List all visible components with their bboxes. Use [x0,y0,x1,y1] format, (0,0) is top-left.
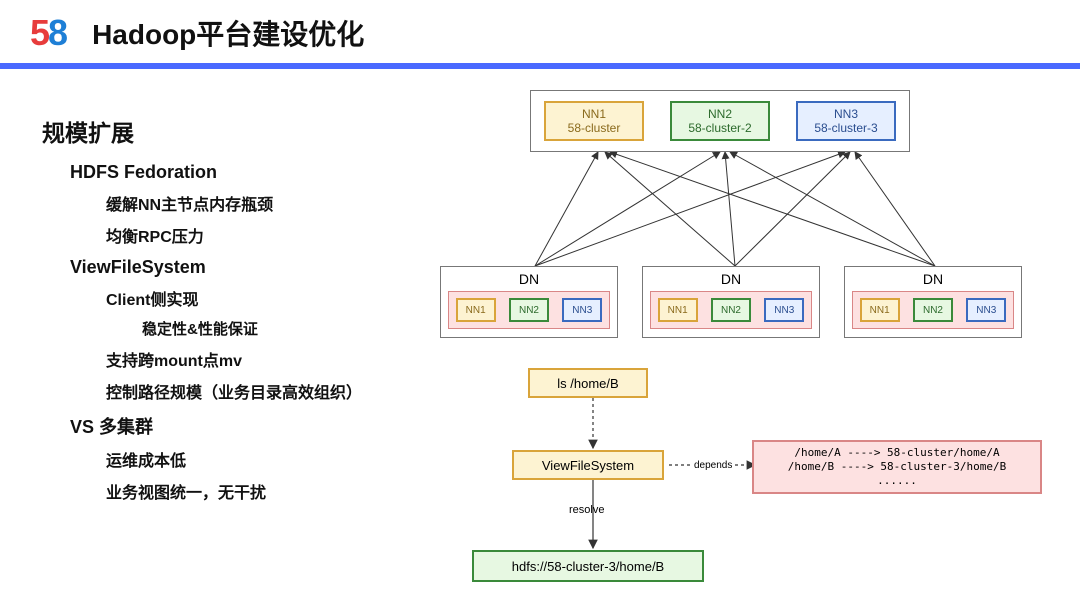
mapping-line-3: ...... [877,474,917,488]
resolve-label: resolve [569,504,604,516]
datanode-box: DN NN1 NN2 NN3 [440,266,618,338]
dn-nn-mini: NN2 [509,298,549,322]
outline-heading: 规模扩展 [42,114,430,148]
nn-cluster: 58-cluster-2 [688,121,751,135]
namenode-box: NN358-cluster-3 [796,101,896,141]
dn-nn-row: NN1 NN2 NN3 [448,291,610,329]
outline-item: ViewFileSystem [70,257,430,278]
outline-item: Client侧实现 [106,286,430,310]
nn-code: NN2 [708,107,732,121]
namenode-box: NN158-cluster [544,101,644,141]
dn-nn-mini: NN1 [860,298,900,322]
nn-code: NN1 [582,107,606,121]
datanode-box: DN NN1 NN2 NN3 [844,266,1022,338]
dn-title: DN [721,271,741,287]
dn-nn-mini: NN2 [711,298,751,322]
dn-title: DN [519,271,539,287]
mapping-line-2: /home/B ----> 58-cluster-3/home/B [788,460,1007,474]
outline-item: VS 多集群 [70,413,430,439]
depends-label: depends [692,460,734,471]
datanode-box: DN NN1 NN2 NN3 [642,266,820,338]
dn-nn-mini: NN3 [764,298,804,322]
dn-nn-mini: NN2 [913,298,953,322]
dn-title: DN [923,271,943,287]
nn-cluster: 58-cluster [568,121,621,135]
command-box: ls /home/B [528,368,648,398]
slide-header: 58 Hadoop平台建设优化 [0,0,1080,60]
outline-item: 支持跨mount点mv [106,347,430,371]
outline-item: 稳定性&性能保证 [142,318,430,339]
outline-item: 缓解NN主节点内存瓶颈 [106,191,430,215]
dn-nn-row: NN1 NN2 NN3 [852,291,1014,329]
namenode-container: NN158-clusterNN258-cluster-2NN358-cluste… [530,90,910,152]
logo-5: 5 [30,12,48,53]
header-divider [0,63,1080,69]
outline-item: 均衡RPC压力 [106,223,430,247]
mount-mapping-box: /home/A ----> 58-cluster/home/A /home/B … [752,440,1042,494]
datanode-row: DN NN1 NN2 NN3 DN NN1 NN2 NN3 DN NN1 NN2 NN3 [440,266,1022,338]
outline-item: 运维成本低 [106,447,430,471]
slide-title: Hadoop平台建设优化 [92,13,364,53]
dn-nn-mini: NN3 [562,298,602,322]
nn-cluster: 58-cluster-3 [814,121,877,135]
logo-58: 58 [30,12,66,54]
namenode-box: NN258-cluster-2 [670,101,770,141]
outline-item: HDFS Fedoration [70,162,430,183]
dn-nn-mini: NN1 [456,298,496,322]
dn-nn-mini: NN3 [966,298,1006,322]
dn-nn-mini: NN1 [658,298,698,322]
viewfilesystem-box: ViewFileSystem [512,450,664,480]
nn-code: NN3 [834,107,858,121]
outline-item: 控制路径规模（业务目录高效组织） [106,379,430,403]
architecture-diagram: NN158-clusterNN258-cluster-2NN358-cluste… [430,90,1080,600]
mapping-line-1: /home/A ----> 58-cluster/home/A [794,446,999,460]
dn-nn-row: NN1 NN2 NN3 [650,291,812,329]
resolved-path-box: hdfs://58-cluster-3/home/B [472,550,704,582]
outline-panel: 规模扩展 HDFS Fedoration 缓解NN主节点内存瓶颈均衡RPC压力 Vi… [0,90,430,600]
outline-item: 业务视图统一，无干扰 [106,479,430,503]
logo-8: 8 [48,12,66,53]
